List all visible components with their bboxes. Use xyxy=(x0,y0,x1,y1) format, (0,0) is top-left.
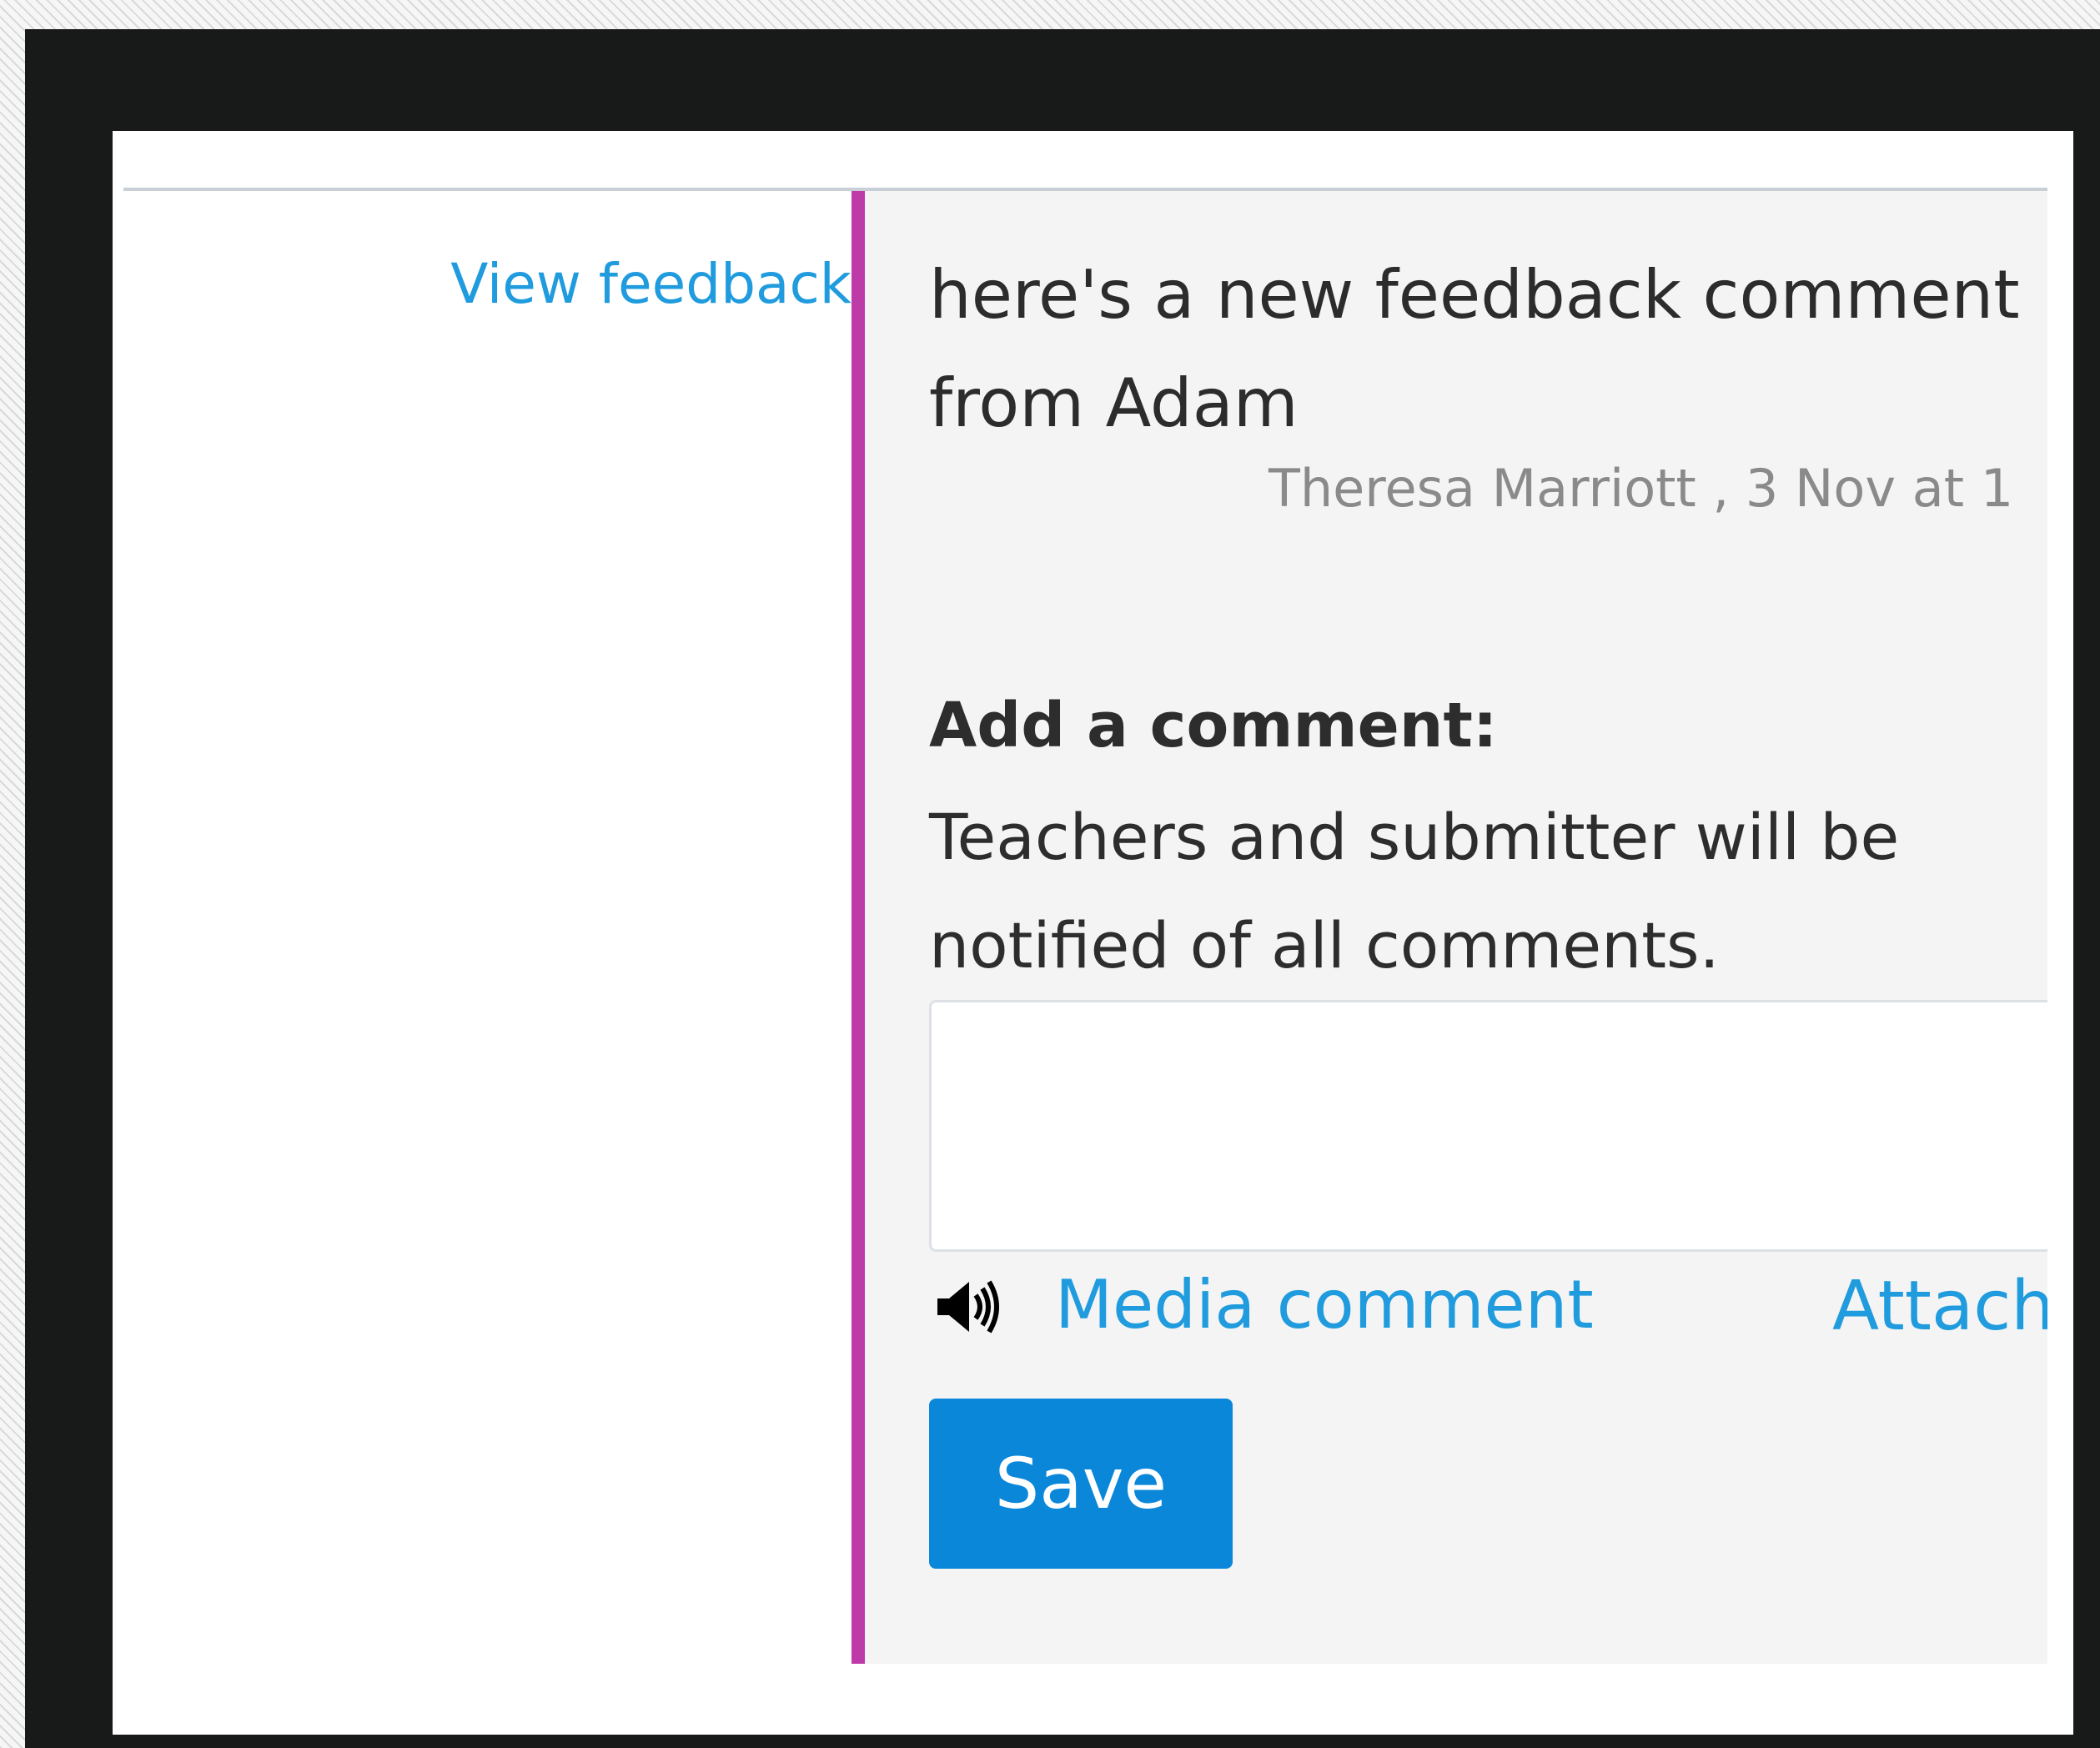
comment-input[interactable] xyxy=(929,1000,2047,1252)
attach-file-link[interactable]: Attach xyxy=(1832,1267,2047,1347)
feedback-comment-text: here's a new feedback comment from Adam xyxy=(929,256,2020,442)
left-column: View feedback xyxy=(123,191,852,1664)
view-feedback-link[interactable]: View feedback xyxy=(450,252,852,317)
screenshot-frame: View feedback here's a new feedback comm… xyxy=(25,29,2100,1748)
comment-area: here's a new feedback comment from Adam … xyxy=(852,191,2047,1664)
save-button[interactable]: Save xyxy=(929,1399,1233,1569)
add-comment-heading: Add a comment: xyxy=(929,690,1498,761)
media-comment-link[interactable]: Media comment xyxy=(1055,1265,1594,1345)
comment-author-date: Theresa Marriott , 3 Nov at 1 xyxy=(1269,458,2014,519)
notification-notice: Teachers and submitter will be notified … xyxy=(929,800,1900,982)
speaker-icon[interactable] xyxy=(934,1275,1007,1339)
submission-panel: View feedback here's a new feedback comm… xyxy=(113,131,2073,1735)
